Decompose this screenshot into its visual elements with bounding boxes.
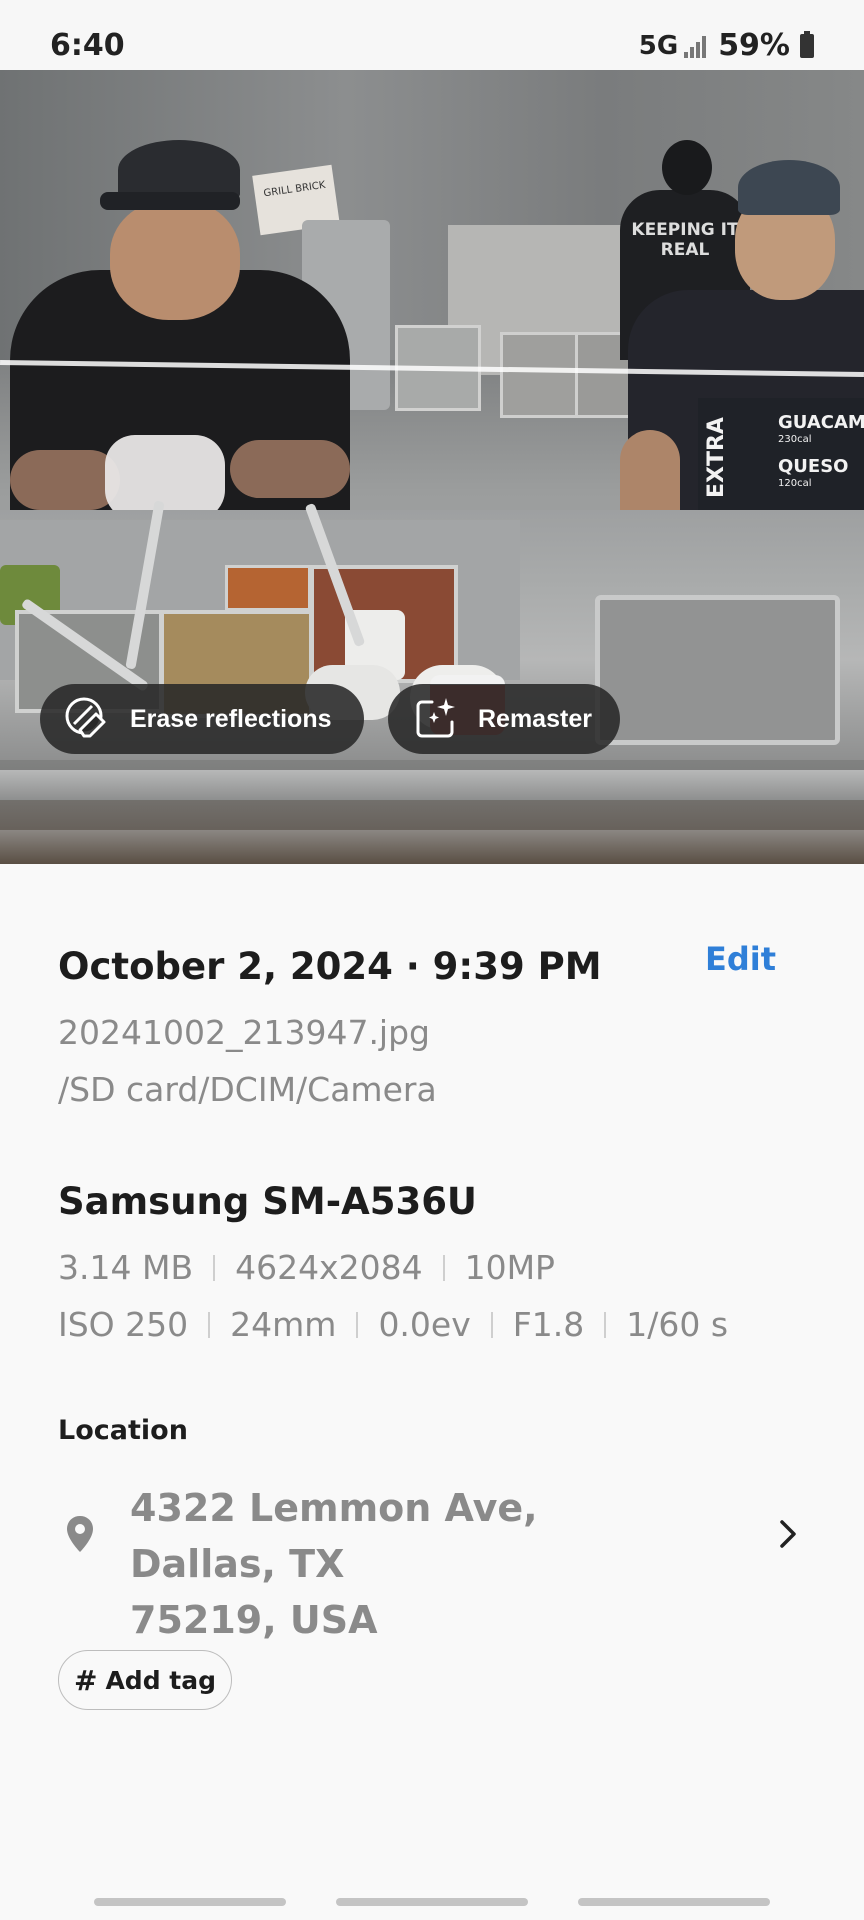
file-info-row: 3.14 MB 4624x2084 10MP bbox=[58, 1248, 555, 1287]
status-indicators: 5G 59% bbox=[639, 28, 814, 63]
file-size: 3.14 MB bbox=[58, 1248, 194, 1287]
device-name: Samsung SM-A536U bbox=[58, 1180, 477, 1223]
location-heading: Location bbox=[58, 1415, 188, 1446]
add-tag-label: Add tag bbox=[105, 1665, 217, 1695]
nav-bar-handle[interactable] bbox=[578, 1898, 770, 1906]
add-tag-button[interactable]: # Add tag bbox=[58, 1650, 232, 1710]
address-line-1: 4322 Lemmon Ave, Dallas, TX bbox=[130, 1486, 538, 1586]
nav-bar-handle[interactable] bbox=[94, 1898, 286, 1906]
aperture: F1.8 bbox=[512, 1305, 585, 1344]
divider bbox=[442, 1254, 445, 1281]
resolution: 4624x2084 bbox=[235, 1248, 423, 1287]
remaster-button[interactable]: Remaster bbox=[388, 684, 620, 754]
menu-sign: EXTRA GUACAM 230cal QUESO 120cal bbox=[698, 398, 864, 510]
megapixels: 10MP bbox=[464, 1248, 555, 1287]
photo-filename: 20241002_213947.jpg bbox=[58, 1013, 430, 1052]
erase-reflections-button[interactable]: Erase reflections bbox=[40, 684, 364, 754]
network-type: 5G bbox=[638, 30, 679, 61]
exposure-info-row: ISO 250 24mm 0.0ev F1.8 1/60 s bbox=[58, 1305, 728, 1344]
chevron-right-icon bbox=[780, 1520, 796, 1548]
erase-reflections-label: Erase reflections bbox=[130, 704, 332, 733]
shutter-speed: 1/60 s bbox=[626, 1305, 729, 1344]
battery-icon bbox=[800, 30, 814, 58]
divider bbox=[356, 1311, 359, 1338]
divider bbox=[490, 1311, 493, 1338]
nav-bar-handle[interactable] bbox=[336, 1898, 528, 1906]
iso-value: ISO 250 bbox=[58, 1305, 189, 1344]
signal-icon bbox=[684, 34, 707, 58]
divider bbox=[208, 1311, 211, 1338]
status-time: 6:40 bbox=[50, 28, 125, 63]
address-line-2: 75219, USA bbox=[130, 1598, 378, 1642]
hashtag-icon: # bbox=[73, 1663, 98, 1697]
photo-details-screen: 6:40 5G 59% GRILL BRICK KEEPING IT REAL … bbox=[0, 0, 864, 1920]
divider bbox=[213, 1254, 216, 1281]
photo-datetime: October 2, 2024 · 9:39 PM bbox=[58, 945, 602, 988]
remaster-icon bbox=[416, 698, 455, 738]
remaster-label: Remaster bbox=[478, 704, 592, 733]
erase-reflections-icon bbox=[65, 697, 106, 738]
photo-preview[interactable]: GRILL BRICK KEEPING IT REAL EXTRA GUACAM… bbox=[0, 70, 864, 864]
focal-length: 24mm bbox=[230, 1305, 337, 1344]
location-row[interactable]: 4322 Lemmon Ave, Dallas, TX 75219, USA bbox=[58, 1480, 798, 1642]
location-pin-icon bbox=[67, 1516, 93, 1552]
location-address: 4322 Lemmon Ave, Dallas, TX 75219, USA bbox=[130, 1480, 690, 1648]
divider bbox=[604, 1311, 607, 1338]
edit-button[interactable]: Edit bbox=[705, 940, 776, 978]
status-bar: 6:40 5G 59% bbox=[0, 0, 864, 70]
battery-percent: 59% bbox=[718, 28, 790, 63]
exposure-value: 0.0ev bbox=[378, 1305, 471, 1344]
photo-path: /SD card/DCIM/Camera bbox=[58, 1070, 437, 1109]
